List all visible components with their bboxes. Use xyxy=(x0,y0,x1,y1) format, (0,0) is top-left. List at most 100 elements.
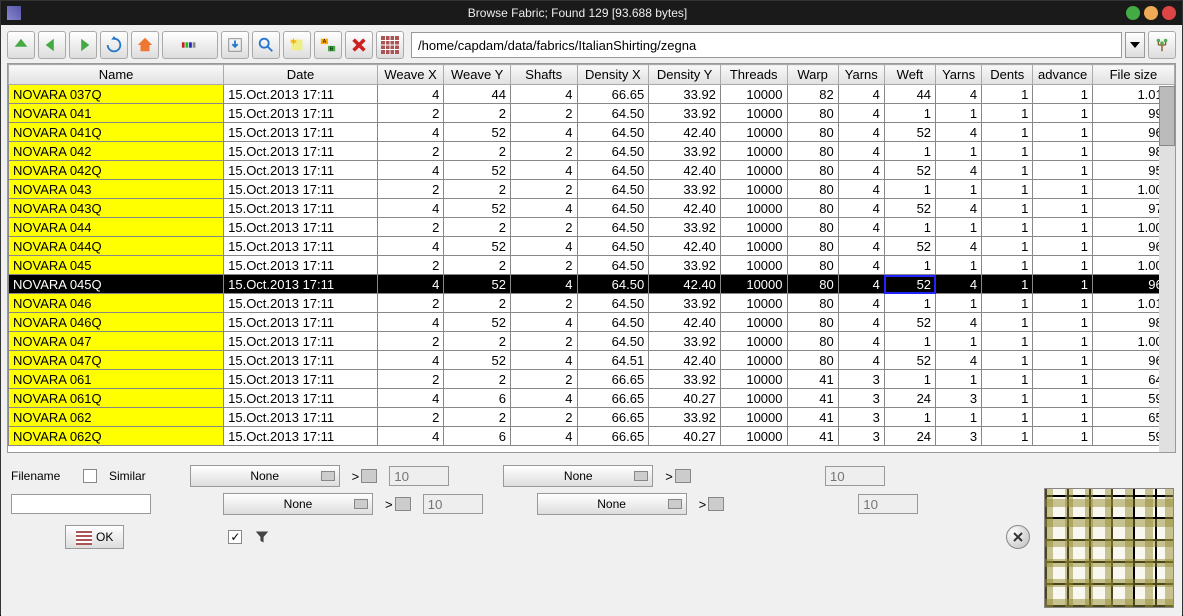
table-cell[interactable]: 64.51 xyxy=(577,351,649,370)
filter-num-1b[interactable] xyxy=(825,466,885,486)
ok-button[interactable]: OK xyxy=(65,525,124,549)
table-cell[interactable]: 1 xyxy=(884,294,935,313)
table-cell[interactable]: 2 xyxy=(377,294,444,313)
table-cell[interactable]: NOVARA 061 xyxy=(9,370,224,389)
table-cell[interactable]: 33.92 xyxy=(649,294,721,313)
table-cell[interactable]: 15.Oct.2013 17:11 xyxy=(224,389,378,408)
table-cell[interactable]: 80 xyxy=(787,294,838,313)
table-cell[interactable]: 24 xyxy=(884,427,935,446)
table-cell[interactable]: 1 xyxy=(982,370,1033,389)
table-cell[interactable]: 33.92 xyxy=(649,408,721,427)
table-cell[interactable]: 10000 xyxy=(720,351,787,370)
table-cell[interactable]: 2 xyxy=(444,294,511,313)
table-cell[interactable]: 44 xyxy=(444,85,511,104)
table-cell[interactable]: 3 xyxy=(838,370,884,389)
table-cell[interactable]: 4 xyxy=(377,275,444,294)
weave-grid-icon[interactable] xyxy=(376,31,404,59)
rename-icon[interactable]: AB xyxy=(314,31,342,59)
table-cell[interactable]: 80 xyxy=(787,332,838,351)
table-cell[interactable]: 2 xyxy=(444,142,511,161)
table-cell[interactable]: 4 xyxy=(838,142,884,161)
table-cell[interactable]: 80 xyxy=(787,256,838,275)
table-cell[interactable]: 2 xyxy=(377,218,444,237)
table-cell[interactable]: 15.Oct.2013 17:11 xyxy=(224,294,378,313)
table-cell[interactable]: 15.Oct.2013 17:11 xyxy=(224,85,378,104)
palette-icon[interactable] xyxy=(162,31,218,59)
fabric-table[interactable]: NameDateWeave XWeave YShaftsDensity XDen… xyxy=(7,63,1176,453)
table-cell[interactable]: NOVARA 047 xyxy=(9,332,224,351)
table-cell[interactable]: 2 xyxy=(444,370,511,389)
table-cell[interactable]: 41 xyxy=(787,389,838,408)
table-cell[interactable]: 4 xyxy=(936,161,982,180)
table-cell[interactable]: 2 xyxy=(510,256,577,275)
table-row[interactable]: NOVARA 04715.Oct.2013 17:1122264.5033.92… xyxy=(9,332,1175,351)
table-cell[interactable]: 2 xyxy=(444,256,511,275)
table-cell[interactable]: 1 xyxy=(884,104,935,123)
table-cell[interactable]: 4 xyxy=(510,199,577,218)
table-cell[interactable]: 1 xyxy=(1033,142,1093,161)
table-cell[interactable]: 2 xyxy=(377,408,444,427)
table-cell[interactable]: 1 xyxy=(982,85,1033,104)
filter-toggle-checkbox[interactable]: ✓ xyxy=(228,530,242,544)
table-cell[interactable]: 10000 xyxy=(720,85,787,104)
column-header[interactable]: Yarns xyxy=(838,65,884,85)
table-cell[interactable]: 10000 xyxy=(720,123,787,142)
table-cell[interactable]: 52 xyxy=(884,275,935,294)
table-cell[interactable]: NOVARA 044 xyxy=(9,218,224,237)
table-row[interactable]: NOVARA 041Q15.Oct.2013 17:11452464.5042.… xyxy=(9,123,1175,142)
table-cell[interactable]: 10000 xyxy=(720,370,787,389)
table-cell[interactable]: 15.Oct.2013 17:11 xyxy=(224,313,378,332)
column-header[interactable]: Density X xyxy=(577,65,649,85)
close-round-button[interactable] xyxy=(1006,525,1030,549)
table-cell[interactable]: 33.92 xyxy=(649,180,721,199)
column-header[interactable]: Density Y xyxy=(649,65,721,85)
table-cell[interactable]: 2 xyxy=(510,180,577,199)
table-cell[interactable]: 15.Oct.2013 17:11 xyxy=(224,142,378,161)
filter-dropdown-1a[interactable]: None xyxy=(190,465,340,487)
table-row[interactable]: NOVARA 043Q15.Oct.2013 17:11452464.5042.… xyxy=(9,199,1175,218)
table-row[interactable]: NOVARA 04115.Oct.2013 17:1122264.5033.92… xyxy=(9,104,1175,123)
table-cell[interactable]: 33.92 xyxy=(649,218,721,237)
table-cell[interactable]: 52 xyxy=(444,123,511,142)
table-cell[interactable]: NOVARA 061Q xyxy=(9,389,224,408)
maximize-button[interactable] xyxy=(1144,6,1158,20)
table-cell[interactable]: 4 xyxy=(510,389,577,408)
table-cell[interactable]: 4 xyxy=(838,351,884,370)
table-cell[interactable]: 80 xyxy=(787,142,838,161)
table-cell[interactable]: 1 xyxy=(884,408,935,427)
table-cell[interactable]: 64.50 xyxy=(577,313,649,332)
table-cell[interactable]: 1 xyxy=(1033,218,1093,237)
table-cell[interactable]: 10000 xyxy=(720,427,787,446)
table-cell[interactable]: NOVARA 046 xyxy=(9,294,224,313)
table-cell[interactable]: 15.Oct.2013 17:11 xyxy=(224,237,378,256)
table-cell[interactable]: 4 xyxy=(377,351,444,370)
table-cell[interactable]: 42.40 xyxy=(649,199,721,218)
table-cell[interactable]: NOVARA 047Q xyxy=(9,351,224,370)
table-cell[interactable]: 82 xyxy=(787,85,838,104)
table-cell[interactable]: 42.40 xyxy=(649,161,721,180)
table-cell[interactable]: 1 xyxy=(982,256,1033,275)
table-cell[interactable]: 2 xyxy=(510,294,577,313)
table-cell[interactable]: 1 xyxy=(1033,104,1093,123)
table-cell[interactable]: 2 xyxy=(444,104,511,123)
table-cell[interactable]: 64.50 xyxy=(577,294,649,313)
column-header[interactable]: Date xyxy=(224,65,378,85)
table-cell[interactable]: 33.92 xyxy=(649,332,721,351)
table-cell[interactable]: 10000 xyxy=(720,294,787,313)
table-row[interactable]: NOVARA 06115.Oct.2013 17:1122266.6533.92… xyxy=(9,370,1175,389)
filter-dropdown-1b[interactable]: None xyxy=(503,465,653,487)
table-cell[interactable]: 2 xyxy=(377,256,444,275)
path-dropdown-icon[interactable] xyxy=(1125,32,1145,58)
table-cell[interactable]: 1 xyxy=(936,104,982,123)
table-cell[interactable]: 4 xyxy=(838,85,884,104)
table-cell[interactable]: 64.50 xyxy=(577,256,649,275)
table-cell[interactable]: 2 xyxy=(377,180,444,199)
table-cell[interactable]: 15.Oct.2013 17:11 xyxy=(224,180,378,199)
path-input[interactable] xyxy=(411,32,1122,58)
table-cell[interactable]: 4 xyxy=(510,85,577,104)
table-cell[interactable]: 3 xyxy=(936,389,982,408)
table-cell[interactable]: 4 xyxy=(510,161,577,180)
table-cell[interactable]: NOVARA 044Q xyxy=(9,237,224,256)
table-cell[interactable]: 4 xyxy=(510,237,577,256)
table-cell[interactable]: 66.65 xyxy=(577,370,649,389)
